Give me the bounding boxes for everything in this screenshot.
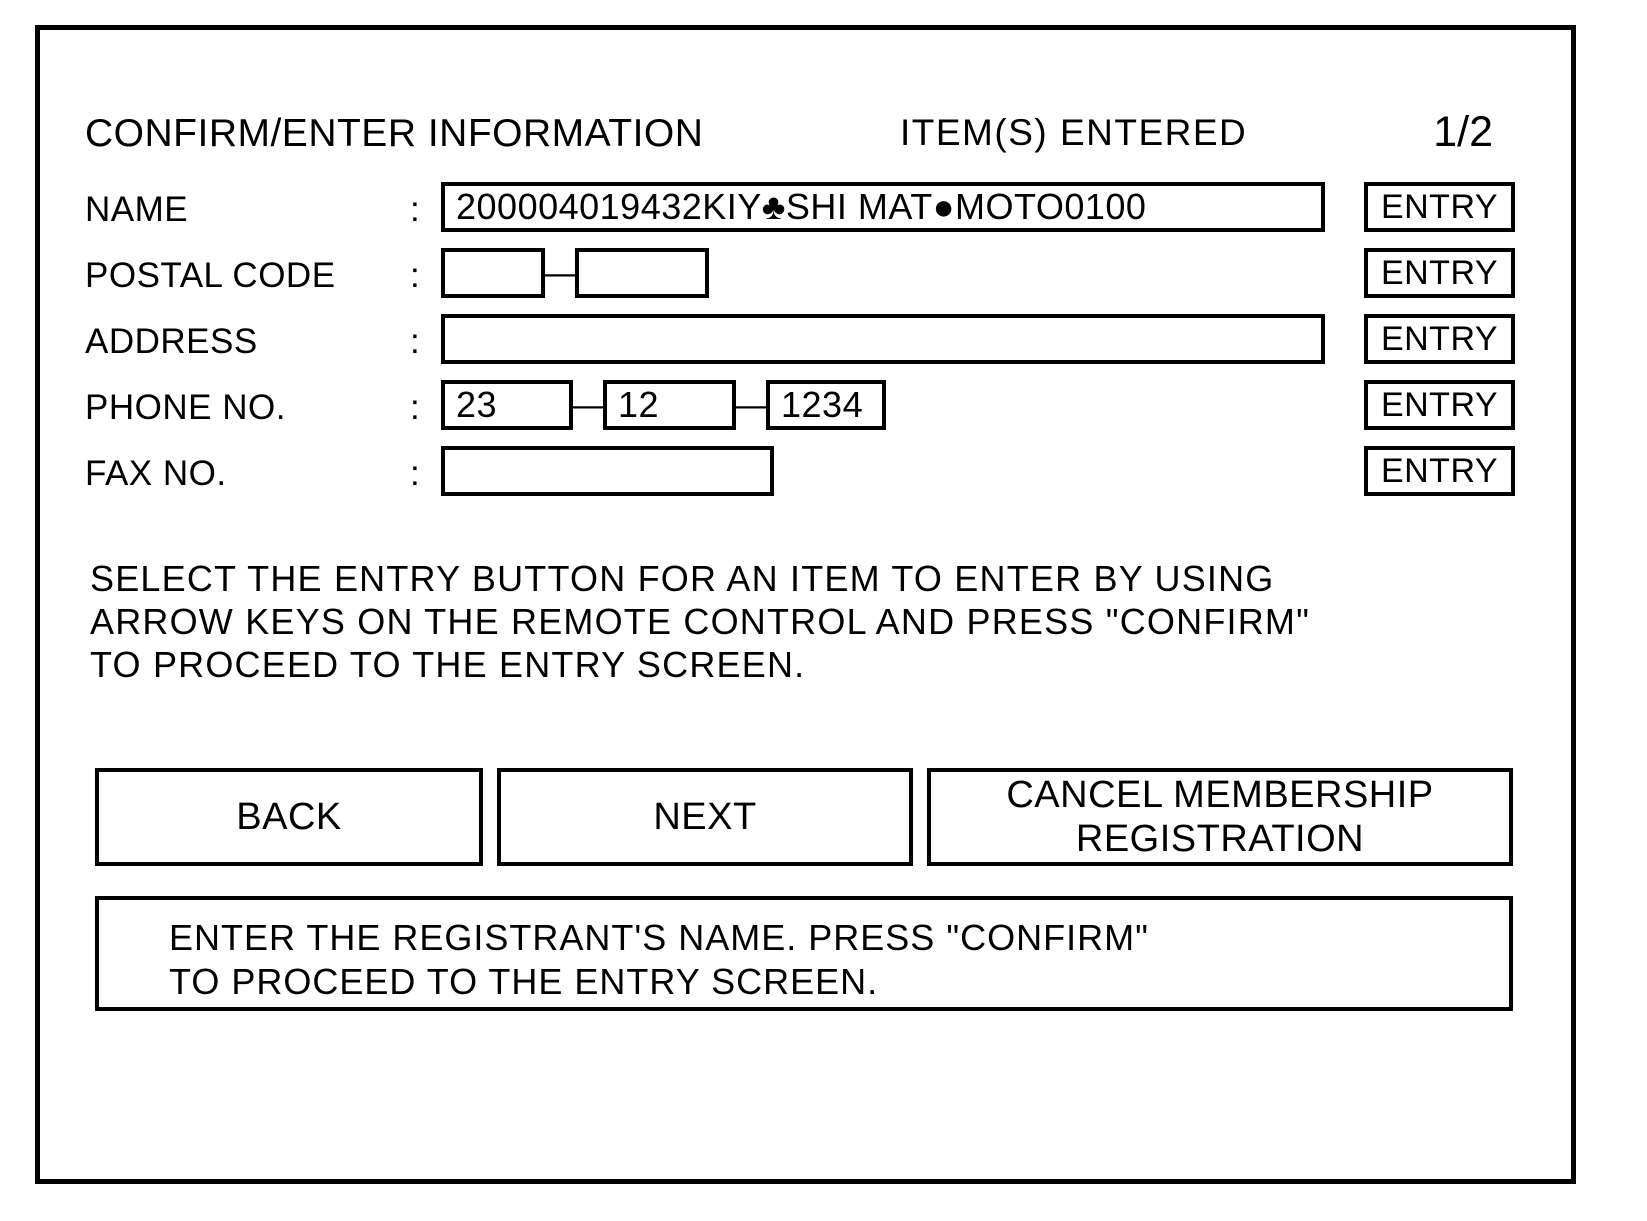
separator-dash-icon: — bbox=[545, 254, 579, 292]
instruction-text: SELECT THE ENTRY BUTTON FOR AN ITEM TO E… bbox=[90, 558, 1311, 685]
label-colon: : bbox=[410, 454, 420, 493]
cancel-membership-registration-button[interactable]: CANCEL MEMBERSHIP REGISTRATION bbox=[927, 768, 1513, 866]
entry-button-label: ENTRY bbox=[1380, 385, 1499, 424]
entry-button-fax-no[interactable]: ENTRY bbox=[1364, 446, 1515, 496]
separator-dash-icon: — bbox=[573, 386, 607, 424]
status-message-text: ENTER THE REGISTRANT'S NAME. PRESS "CONF… bbox=[169, 917, 1149, 1002]
header: CONFIRM/ENTER INFORMATION ITEM(S) ENTERE… bbox=[85, 108, 1515, 158]
label-colon: : bbox=[410, 322, 420, 361]
label-colon: : bbox=[410, 256, 420, 295]
fax-input[interactable] bbox=[441, 446, 774, 496]
field-group-fax-no bbox=[441, 446, 774, 496]
next-button-label: NEXT bbox=[653, 796, 757, 838]
form-row-fax-no: FAX NO. : ENTRY bbox=[85, 446, 1515, 512]
form-row-postal-code: POSTAL CODE : — ENTRY bbox=[85, 248, 1515, 314]
form-row-name: NAME : 200004019432KIY♣SHI MAT●MOTO0100 … bbox=[85, 182, 1515, 248]
action-button-bar: BACK NEXT CANCEL MEMBERSHIP REGISTRATION bbox=[95, 768, 1513, 866]
phone-part1-value: 23 bbox=[456, 384, 498, 425]
entry-button-address[interactable]: ENTRY bbox=[1364, 314, 1515, 364]
entry-button-label: ENTRY bbox=[1380, 187, 1499, 226]
screen-frame: CONFIRM/ENTER INFORMATION ITEM(S) ENTERE… bbox=[35, 25, 1576, 1184]
entry-button-label: ENTRY bbox=[1380, 253, 1499, 292]
entry-button-label: ENTRY bbox=[1380, 319, 1499, 358]
name-input-value: 200004019432KIY♣SHI MAT●MOTO0100 bbox=[456, 186, 1147, 227]
entry-button-postal-code[interactable]: ENTRY bbox=[1364, 248, 1515, 298]
phone-part2-input[interactable]: 12 bbox=[603, 380, 736, 430]
phone-part2-value: 12 bbox=[618, 384, 660, 425]
next-button[interactable]: NEXT bbox=[497, 768, 913, 866]
entry-button-label: ENTRY bbox=[1380, 451, 1499, 490]
postal-code-part2-input[interactable] bbox=[575, 248, 709, 298]
field-group-postal-code: — bbox=[441, 248, 709, 298]
postal-code-part1-input[interactable] bbox=[441, 248, 545, 298]
entry-button-phone-no[interactable]: ENTRY bbox=[1364, 380, 1515, 430]
field-label-fax-no: FAX NO. bbox=[85, 454, 227, 493]
status-message-box: ENTER THE REGISTRANT'S NAME. PRESS "CONF… bbox=[95, 896, 1513, 1011]
entry-button-name[interactable]: ENTRY bbox=[1364, 182, 1515, 232]
screen-content: CONFIRM/ENTER INFORMATION ITEM(S) ENTERE… bbox=[40, 30, 1571, 1179]
field-group-address bbox=[441, 314, 1325, 364]
field-label-name: NAME bbox=[85, 190, 189, 229]
back-button[interactable]: BACK bbox=[95, 768, 483, 866]
field-label-phone-no: PHONE NO. bbox=[85, 388, 286, 427]
page-indicator: 1/2 bbox=[1433, 108, 1493, 156]
field-group-phone-no: 23 — 12 — 1234 bbox=[441, 380, 886, 430]
items-entered-label: ITEM(S) ENTERED bbox=[900, 112, 1248, 153]
phone-part3-input[interactable]: 1234 bbox=[766, 380, 886, 430]
cancel-membership-registration-label: CANCEL MEMBERSHIP REGISTRATION bbox=[1006, 774, 1434, 860]
address-input[interactable] bbox=[441, 314, 1325, 364]
label-colon: : bbox=[410, 190, 420, 229]
back-button-label: BACK bbox=[236, 796, 342, 838]
form-row-phone-no: PHONE NO. : 23 — 12 — 1234 ENTRY bbox=[85, 380, 1515, 446]
name-input[interactable]: 200004019432KIY♣SHI MAT●MOTO0100 bbox=[441, 182, 1325, 232]
field-group-name: 200004019432KIY♣SHI MAT●MOTO0100 bbox=[441, 182, 1325, 232]
field-label-postal-code: POSTAL CODE bbox=[85, 256, 336, 295]
field-label-address: ADDRESS bbox=[85, 322, 258, 361]
phone-part1-input[interactable]: 23 bbox=[441, 380, 573, 430]
information-form: NAME : 200004019432KIY♣SHI MAT●MOTO0100 … bbox=[85, 182, 1515, 512]
phone-part3-value: 1234 bbox=[781, 384, 864, 425]
page-title: CONFIRM/ENTER INFORMATION bbox=[85, 112, 704, 155]
separator-dash-icon: — bbox=[736, 386, 770, 424]
form-row-address: ADDRESS : ENTRY bbox=[85, 314, 1515, 380]
label-colon: : bbox=[410, 388, 420, 427]
